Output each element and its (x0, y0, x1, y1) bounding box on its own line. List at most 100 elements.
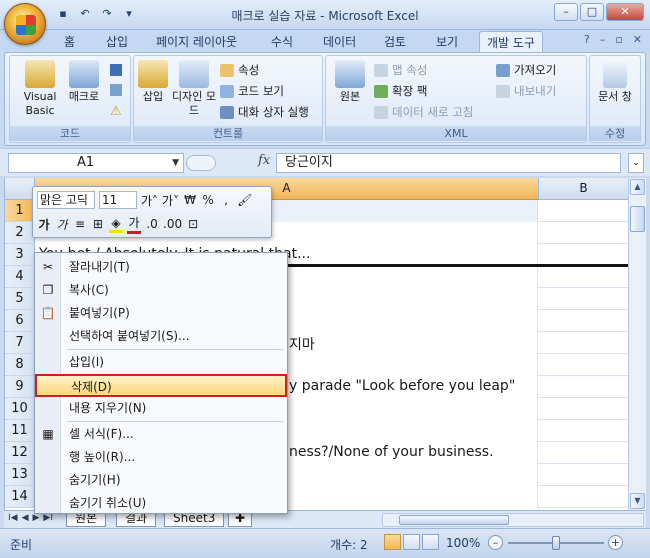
properties-button[interactable]: 속성 (220, 62, 259, 78)
visual-basic-button[interactable]: Visual Basic (12, 60, 68, 118)
tab-page-layout[interactable]: 페이지 레이아웃 (156, 33, 237, 50)
vertical-scroll-thumb[interactable] (630, 206, 645, 232)
percent-format-button[interactable]: % (201, 193, 215, 207)
cell-b[interactable] (539, 332, 628, 354)
cell-b[interactable] (539, 420, 628, 442)
context-menu-item[interactable]: ▦ 셀 서식(F)... (35, 423, 287, 446)
document-panel-button[interactable]: 문서 창 (596, 60, 634, 104)
context-menu-item[interactable]: ✂ 잘라내기(T) (35, 256, 287, 279)
ribbon-minimize-icon[interactable]: – (600, 33, 606, 46)
close-button[interactable]: ✕ (606, 3, 644, 21)
row-header[interactable]: 11 (5, 420, 35, 442)
tab-formulas[interactable]: 수식 (271, 33, 293, 50)
scroll-up-icon[interactable]: ▲ (630, 179, 645, 195)
center-align-icon[interactable]: ≡ (73, 217, 87, 231)
row-header[interactable]: 3 (5, 244, 35, 266)
formula-bar-resize-handle[interactable] (186, 155, 216, 171)
prev-sheet-icon[interactable]: ◀ (22, 513, 29, 523)
cell-b[interactable] (539, 200, 628, 222)
normal-view-button[interactable] (384, 534, 401, 550)
fill-color-icon[interactable]: ◈ (109, 216, 123, 233)
macro-button[interactable]: 매크로 (66, 60, 102, 104)
context-menu-item[interactable]: 선택하여 붙여넣기(S)... (35, 325, 287, 348)
scroll-down-icon[interactable]: ▼ (630, 493, 645, 509)
cell-b[interactable] (539, 442, 628, 464)
row-header[interactable]: 8 (5, 354, 35, 376)
ribbon-restore-icon[interactable]: ▫ (615, 33, 622, 46)
context-menu-item[interactable]: 숨기기 취소(U) (35, 492, 287, 515)
row-header[interactable]: 4 (5, 266, 35, 288)
shrink-font-icon[interactable]: 가˅ (162, 192, 179, 209)
zoom-level[interactable]: 100% (446, 536, 480, 550)
record-macro-icon[interactable] (110, 64, 122, 76)
tab-insert[interactable]: 삽입 (106, 33, 128, 50)
horizontal-scrollbar[interactable] (382, 513, 644, 527)
column-header-b[interactable]: B (539, 178, 628, 200)
xml-export-button[interactable]: 내보내기 (496, 83, 556, 99)
cell-b[interactable] (539, 288, 628, 310)
name-box-dropdown-icon[interactable]: ▼ (172, 154, 179, 172)
row-header[interactable]: 9 (5, 376, 35, 398)
xml-import-button[interactable]: 가져오기 (496, 62, 556, 78)
tab-view[interactable]: 보기 (436, 33, 458, 50)
context-menu-item[interactable]: 숨기기(H) (35, 469, 287, 492)
bold-icon[interactable]: 가 (37, 216, 51, 233)
borders-icon[interactable]: ⊞ (91, 217, 105, 231)
name-box[interactable]: A1 ▼ (8, 153, 184, 173)
minimize-button[interactable]: – (554, 3, 578, 21)
row-header[interactable]: 10 (5, 398, 35, 420)
ribbon-close-icon[interactable]: ✕ (633, 33, 642, 46)
tab-review[interactable]: 검토 (384, 33, 406, 50)
context-menu-item[interactable]: 내용 지우기(N) (35, 397, 287, 420)
formula-input[interactable]: 당근이지 (276, 153, 621, 173)
zoom-out-icon[interactable]: – (488, 535, 503, 550)
first-sheet-icon[interactable]: I◀ (8, 513, 18, 523)
page-layout-view-button[interactable] (403, 534, 420, 550)
cell-b[interactable] (539, 244, 628, 266)
cell-b[interactable] (539, 266, 628, 288)
context-menu-item[interactable]: 📋 붙여넣기(P) (35, 302, 287, 325)
context-menu-item[interactable]: ❐ 복사(C) (35, 279, 287, 302)
tab-data[interactable]: 데이터 (323, 33, 356, 50)
help-icon[interactable]: ? (584, 33, 590, 46)
xml-source-button[interactable]: 원본 (332, 60, 368, 104)
cell-b[interactable] (539, 486, 628, 508)
tab-home[interactable]: 홈 (64, 33, 75, 50)
currency-format-button[interactable]: ₩ (183, 193, 197, 207)
cell-b[interactable] (539, 376, 628, 398)
relative-reference-icon[interactable] (110, 84, 122, 96)
context-menu-item[interactable]: 삭제(D) (35, 374, 287, 397)
cell-b[interactable] (539, 398, 628, 420)
zoom-in-icon[interactable]: + (608, 535, 623, 550)
merge-center-icon[interactable]: ⊡ (186, 217, 200, 231)
row-header[interactable]: 6 (5, 310, 35, 332)
increase-decimal-icon[interactable]: .0 (145, 217, 159, 231)
row-header[interactable]: 1 (5, 200, 35, 222)
view-code-button[interactable]: 코드 보기 (220, 83, 284, 99)
italic-icon[interactable]: 가 (55, 216, 69, 233)
row-header[interactable]: 12 (5, 442, 35, 464)
run-dialog-button[interactable]: 대화 상자 실행 (220, 104, 309, 120)
row-header[interactable]: 2 (5, 222, 35, 244)
map-properties-button[interactable]: 맵 속성 (374, 62, 427, 78)
row-header[interactable]: 7 (5, 332, 35, 354)
decrease-decimal-icon[interactable]: .00 (163, 217, 182, 231)
font-size-combo[interactable]: 11 (99, 191, 137, 209)
grow-font-icon[interactable]: 가˄ (141, 192, 158, 209)
row-header[interactable]: 13 (5, 464, 35, 486)
expansion-packs-button[interactable]: 확장 팩 (374, 83, 427, 99)
insert-function-icon[interactable]: fx (258, 153, 270, 168)
row-header[interactable]: 14 (5, 486, 35, 508)
expand-formula-bar-icon[interactable]: ⌄ (628, 153, 644, 173)
macro-security-icon[interactable]: ⚠ (110, 104, 122, 119)
office-button[interactable] (4, 3, 46, 45)
insert-control-button[interactable]: 삽입 (136, 60, 170, 104)
row-header[interactable]: 5 (5, 288, 35, 310)
font-name-combo[interactable]: 맑은 고딕 (37, 191, 95, 209)
refresh-data-button[interactable]: 데이터 새로 고침 (374, 104, 473, 120)
select-all-button[interactable] (5, 178, 35, 200)
format-painter-icon[interactable]: 🖌 (237, 193, 252, 207)
design-mode-button[interactable]: 디자인 모드 (172, 60, 216, 118)
comma-format-button[interactable]: , (219, 193, 233, 207)
context-menu-item[interactable]: 삽입(I) (35, 351, 287, 374)
